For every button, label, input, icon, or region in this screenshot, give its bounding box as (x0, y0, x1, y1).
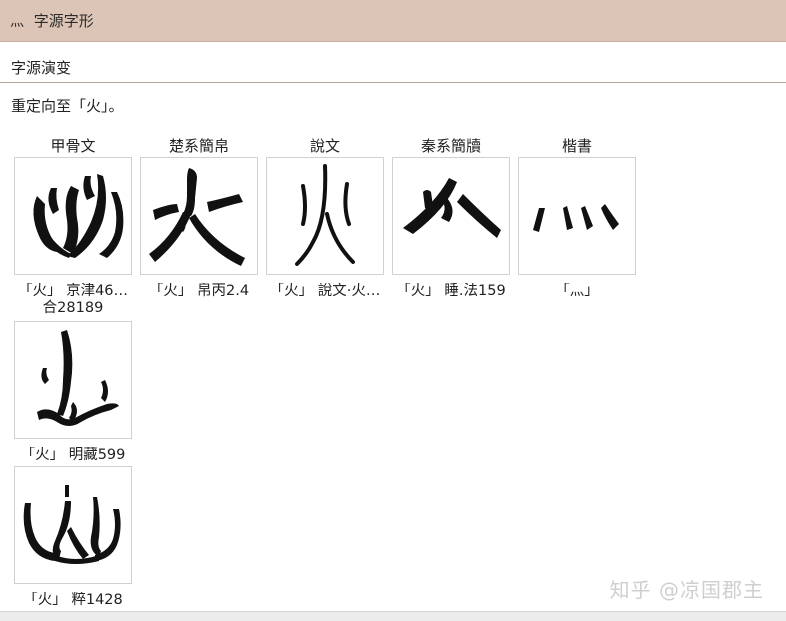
glyph-card-kaishu[interactable] (518, 157, 636, 275)
oracle-fire-glyph-2-icon (37, 330, 119, 426)
glyph-caption-kaishu: 「灬」 (555, 283, 599, 299)
column-header-chu: 楚系簡帛 (168, 137, 229, 155)
regular-script-huo-glyph-icon (533, 204, 619, 232)
glyph-caption-oracle-1: 「火」 京津46… (17, 283, 129, 299)
column-header-qin: 秦系簡牘 (420, 137, 481, 155)
glyph-caption-chu: 「火」 帛丙2.4 (148, 283, 250, 299)
column-header-shuowen: 說文 (309, 137, 340, 155)
glyph-caption-oracle-1-line2: 合28189 (42, 300, 104, 316)
oracle-fire-glyph-3-icon (23, 485, 121, 564)
glyph-card-shuowen[interactable] (266, 157, 384, 275)
shuowen-fire-glyph-icon (295, 164, 355, 266)
oracle-fire-glyph-1-icon (33, 174, 124, 258)
glyph-card-oracle-3[interactable] (14, 466, 132, 584)
panel-title: 灬 字源字形 (10, 10, 94, 31)
huo-radical-icon: 灬 (10, 14, 25, 30)
title-bar: 灬 字源字形 (0, 0, 786, 42)
glyph-card-oracle-1[interactable] (14, 157, 132, 275)
glyph-caption-oracle-3: 「火」 粹1428 (23, 592, 123, 608)
glyph-card-qin[interactable] (392, 157, 510, 275)
qin-fire-glyph-icon (403, 178, 501, 238)
glyph-caption-qin: 「火」 睡.法159 (396, 283, 506, 299)
panel-title-text: 字源字形 (33, 12, 94, 30)
glyph-card-chu[interactable] (140, 157, 258, 275)
glyph-caption-oracle-2: 「火」 明藏599 (20, 447, 126, 463)
redirect-note: 重定向至「火」。 (11, 97, 124, 115)
watermark: 知乎 @凉国郡主 (609, 578, 764, 602)
chu-fire-glyph-icon (149, 168, 245, 266)
section-title: 字源演变 (11, 59, 72, 77)
glyph-card-oracle-2[interactable] (14, 321, 132, 439)
section-divider (0, 82, 786, 83)
column-header-oracle: 甲骨文 (50, 137, 96, 155)
column-header-kaishu: 楷書 (561, 137, 592, 155)
glyph-caption-shuowen: 「火」 說文·火… (269, 283, 381, 299)
